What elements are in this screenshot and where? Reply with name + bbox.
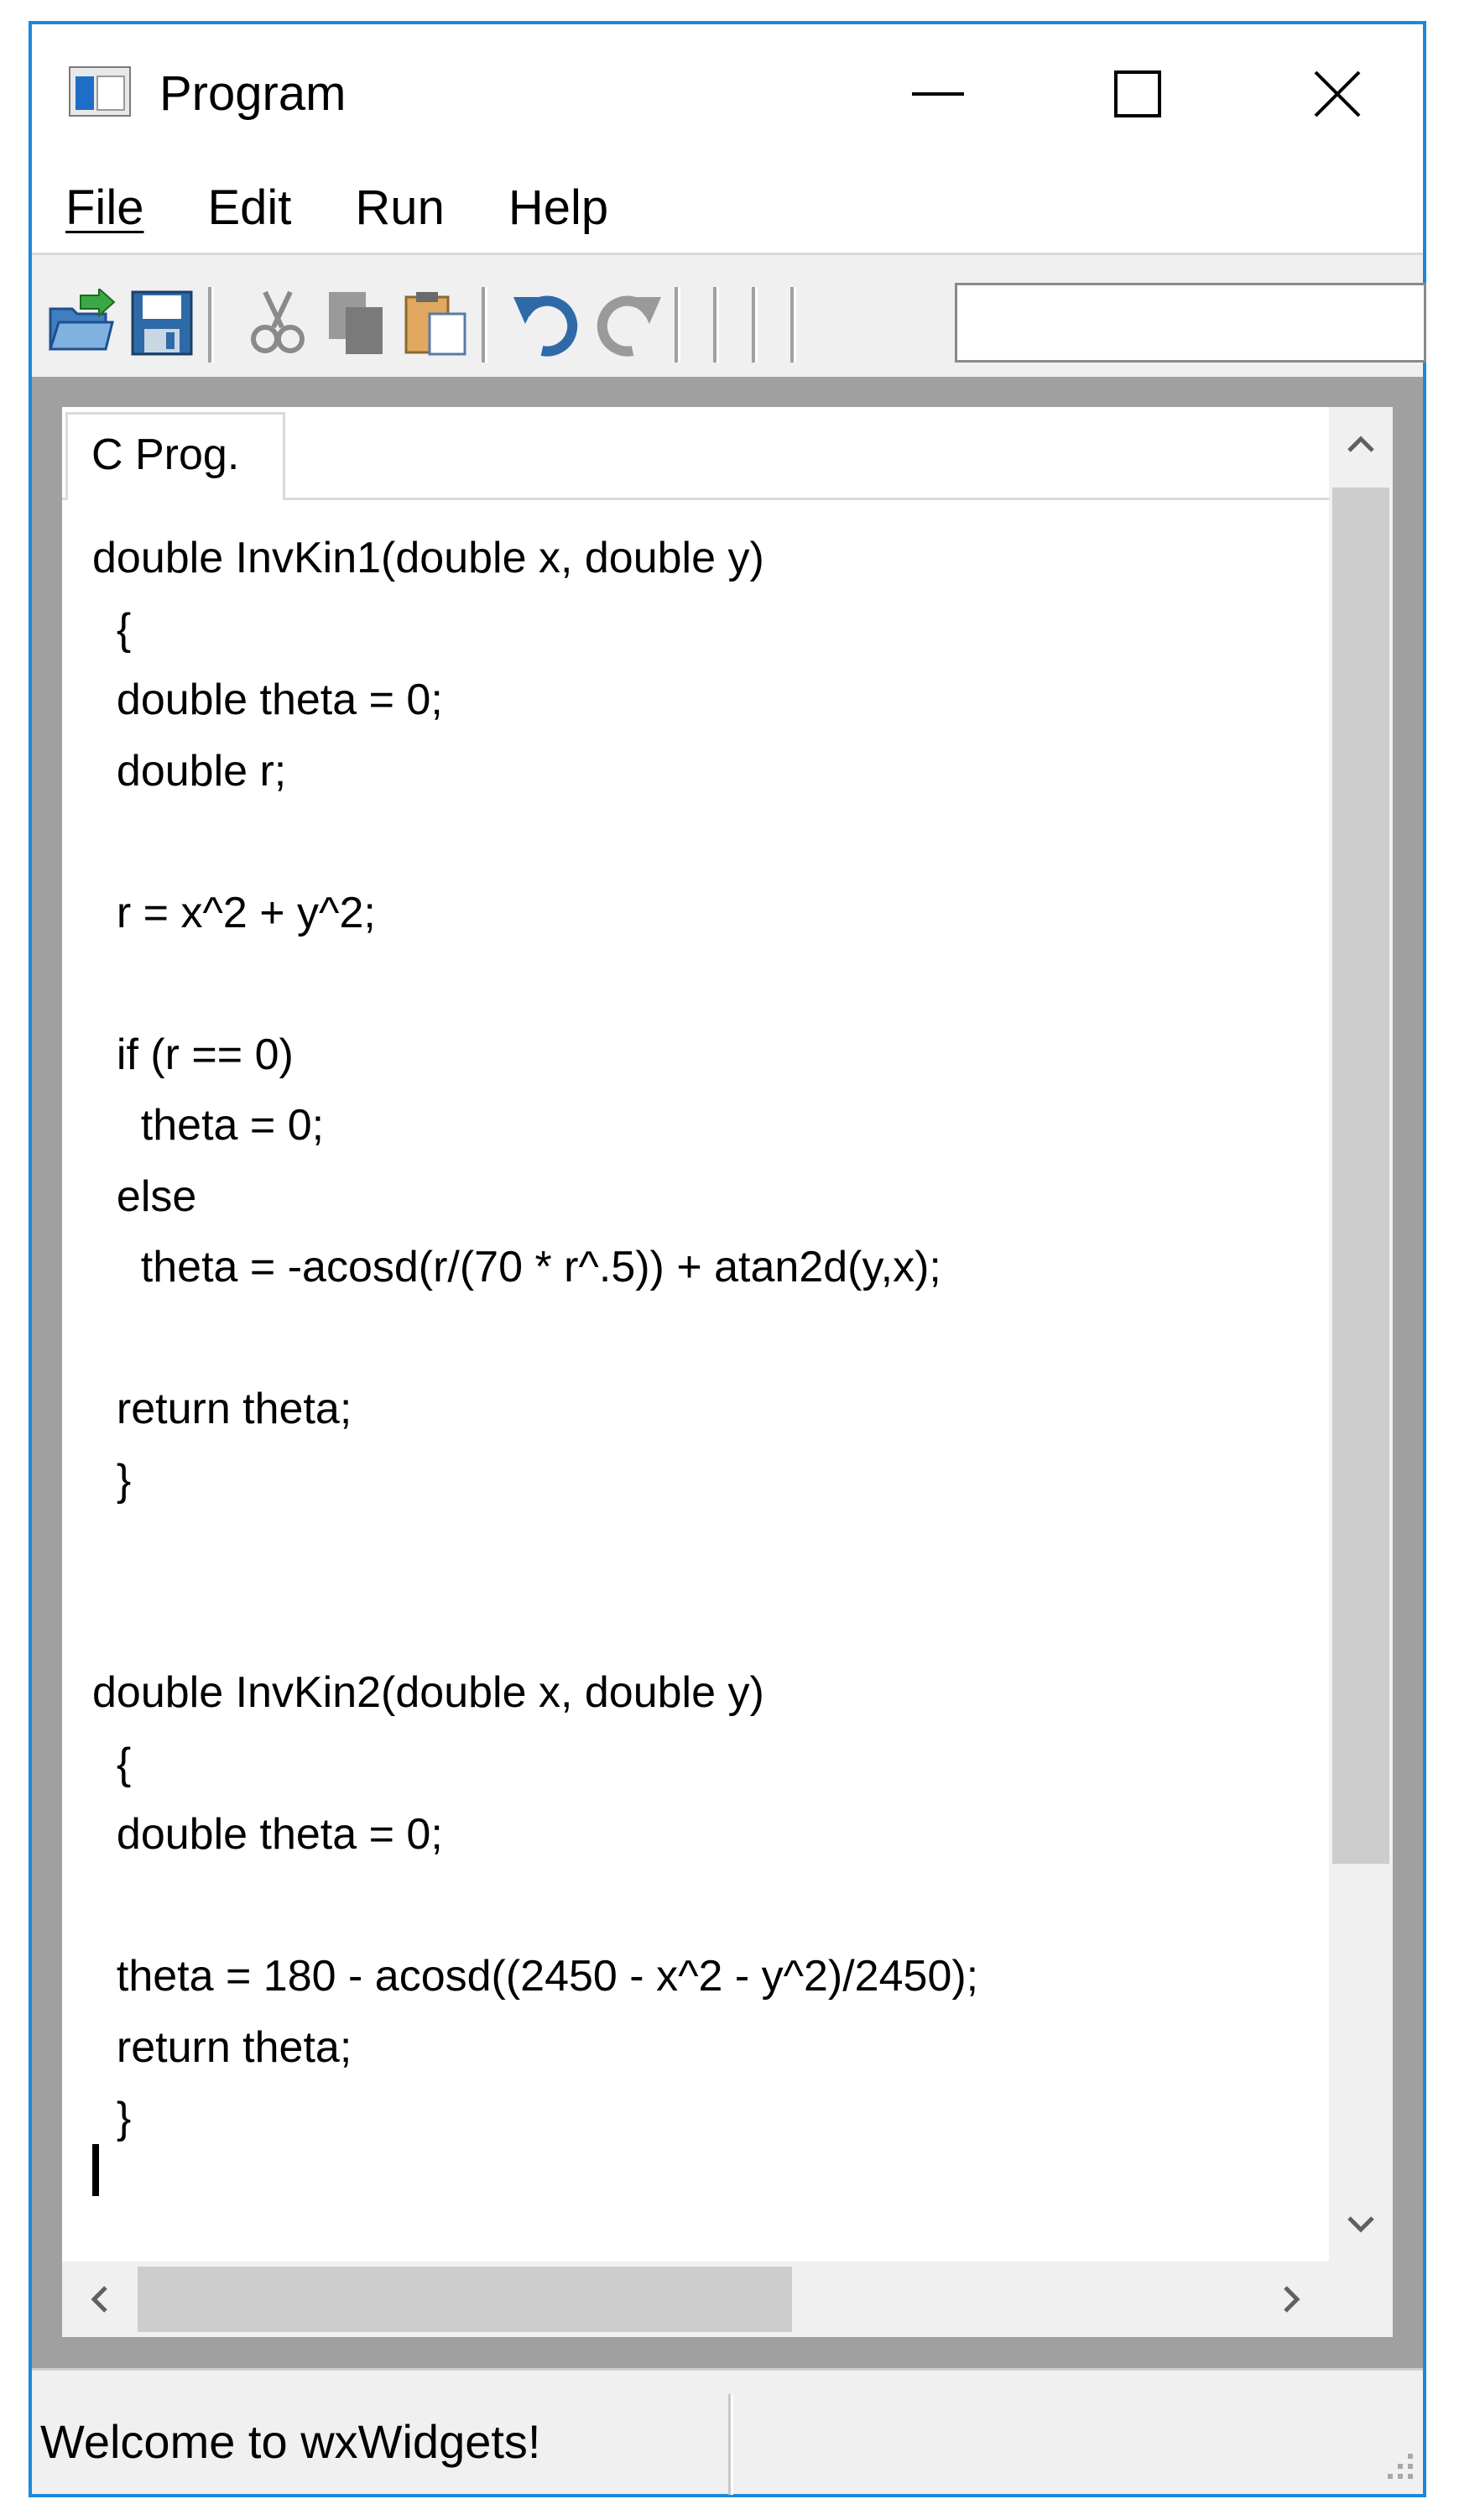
redo-icon[interactable]: [592, 289, 661, 357]
toolbar-separator: [752, 287, 758, 363]
status-divider: [728, 2394, 733, 2495]
menu-help[interactable]: Help: [502, 164, 615, 253]
horizontal-scroll-thumb[interactable]: [138, 2267, 792, 2332]
close-icon: [1314, 70, 1361, 117]
minimize-button[interactable]: [871, 39, 1005, 149]
paste-icon[interactable]: [401, 289, 470, 357]
toolbar: [32, 255, 1426, 377]
chevron-up-icon: [1347, 436, 1374, 452]
toolbar-separator: [713, 287, 719, 363]
maximize-button[interactable]: [1071, 39, 1205, 149]
toolbar-separator: [482, 287, 487, 363]
scroll-right-button[interactable]: [1253, 2262, 1329, 2337]
vertical-scrollbar[interactable]: [1329, 407, 1393, 2262]
toolbar-separator: [675, 287, 680, 363]
title-bar[interactable]: Program: [32, 24, 1423, 164]
horizontal-scrollbar[interactable]: [62, 2262, 1329, 2337]
text-caret: [92, 2144, 99, 2196]
menu-file[interactable]: File: [59, 164, 150, 253]
toolbar-separator: [208, 287, 214, 363]
vertical-scroll-thumb[interactable]: [1332, 488, 1389, 1864]
tab-strip: C Prog.: [62, 407, 1329, 500]
scroll-left-button[interactable]: [62, 2262, 138, 2337]
toolbar-separator: [790, 287, 796, 363]
scrollbar-corner: [1329, 2262, 1393, 2337]
undo-icon[interactable]: [513, 289, 582, 357]
close-button[interactable]: [1270, 39, 1404, 149]
save-icon[interactable]: [128, 289, 196, 357]
app-icon: [69, 66, 131, 117]
program-window: Program File Edit Run Help C Prog. doubl…: [29, 21, 1426, 2497]
open-icon[interactable]: [47, 289, 116, 357]
chevron-left-icon: [91, 2286, 107, 2313]
resize-grip-icon[interactable]: [1374, 2445, 1416, 2487]
maximize-icon: [1114, 70, 1161, 117]
window-title: Program: [159, 66, 347, 121]
menu-run[interactable]: Run: [348, 164, 451, 253]
chevron-right-icon: [1284, 2286, 1300, 2313]
tab-c-prog[interactable]: C Prog.: [65, 412, 285, 500]
copy-icon[interactable]: [322, 289, 391, 357]
cut-icon[interactable]: [243, 289, 312, 357]
scroll-up-button[interactable]: [1329, 407, 1393, 483]
chevron-down-icon: [1347, 2216, 1374, 2233]
menu-bar: File Edit Run Help: [32, 164, 1423, 253]
scroll-down-button[interactable]: [1329, 2186, 1393, 2262]
menu-edit[interactable]: Edit: [201, 164, 298, 253]
toolbar-text-field[interactable]: [955, 283, 1426, 363]
editor-frame: C Prog. double InvKin1(double x, double …: [32, 377, 1423, 2368]
editor-panel: C Prog. double InvKin1(double x, double …: [62, 407, 1393, 2337]
code-editor[interactable]: double InvKin1(double x, double y) { dou…: [92, 523, 978, 2154]
status-text: Welcome to wxWidgets!: [40, 2415, 541, 2468]
minimize-icon: [912, 92, 964, 96]
status-bar: Welcome to wxWidgets!: [32, 2368, 1423, 2495]
